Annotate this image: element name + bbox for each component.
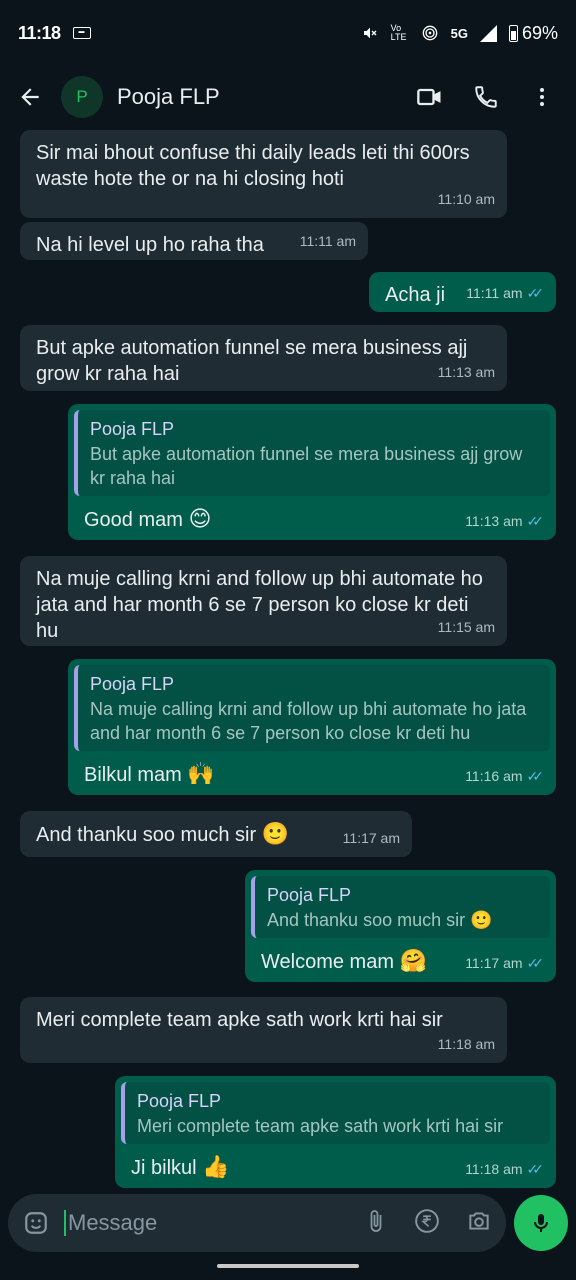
message-meta: 11:11 am ✓✓ <box>466 280 544 306</box>
message-text: Bilkul mam <box>84 764 182 786</box>
composer-bar <box>0 1188 576 1258</box>
hugging-emoji: 🤗 <box>399 948 427 973</box>
camera-icon[interactable] <box>466 1208 492 1239</box>
message-text: Welcome mam <box>261 951 394 973</box>
hotspot-icon <box>422 25 437 41</box>
read-receipt-icon: ✓✓ <box>526 285 545 301</box>
message-time: 11:18 am <box>465 1161 523 1177</box>
chat-area[interactable]: Sir mai bhout confuse thi daily leads le… <box>0 128 576 1188</box>
read-receipt-icon: ✓✓ <box>526 513 545 529</box>
quoted-message[interactable]: Pooja FLP Meri complete team apke sath w… <box>121 1082 550 1144</box>
message-incoming[interactable]: Na muje calling krni and follow up bhi a… <box>20 556 507 646</box>
message-meta: 11:10 am <box>438 186 495 212</box>
thumbs-up-emoji: 👍 <box>202 1154 230 1179</box>
network-type: 5G <box>450 25 468 41</box>
message-text: Ji bilkul <box>131 1157 197 1179</box>
message-meta: 11:16 am ✓✓ <box>465 763 544 789</box>
message-time: 11:10 am <box>437 191 495 207</box>
read-receipt-icon: ✓✓ <box>526 768 545 784</box>
gesture-nav-bar[interactable] <box>217 1264 359 1268</box>
battery-level: 69% <box>521 22 558 43</box>
smile-emoji: 😊 <box>188 506 212 531</box>
message-text: Na hi level up ho raha tha <box>36 234 264 256</box>
read-receipt-icon: ✓✓ <box>526 955 545 971</box>
message-text: And thanku soo much sir <box>36 824 257 846</box>
volte-label: Vo LTE <box>390 23 407 42</box>
message-outgoing-reply[interactable]: Pooja FLP Meri complete team apke sath w… <box>115 1076 556 1188</box>
message-meta: 11:18 am ✓✓ <box>465 1156 544 1182</box>
message-time: 11:18 am <box>437 1036 495 1052</box>
message-text: But apke automation funnel se mera busin… <box>36 337 468 385</box>
message-text: Meri complete team apke sath work krti h… <box>36 1009 443 1031</box>
message-time: 11:13 am <box>437 364 495 380</box>
more-vert-icon[interactable] <box>528 83 556 111</box>
message-time: 11:11 am <box>466 285 523 301</box>
status-bar: 11:18 ▬ Vo LTE 5G 69% <box>0 0 576 66</box>
rupee-icon[interactable] <box>414 1208 440 1239</box>
message-time: 11:13 am <box>465 513 523 529</box>
message-incoming[interactable]: And thanku soo much sir 🙂 11:17 am <box>20 811 412 857</box>
message-incoming[interactable]: Meri complete team apke sath work krti h… <box>20 997 507 1063</box>
message-meta: 11:17 am <box>343 825 400 851</box>
message-outgoing-reply[interactable]: Pooja FLP Na muje calling krni and follo… <box>68 659 556 795</box>
message-time: 11:16 am <box>465 768 523 784</box>
quote-author: Pooja FLP <box>90 674 175 694</box>
message-incoming[interactable]: But apke automation funnel se mera busin… <box>20 325 507 391</box>
message-incoming[interactable]: Na hi level up ho raha tha 11:11 am <box>20 222 368 260</box>
message-time: 11:17 am <box>465 955 523 971</box>
message-incoming[interactable]: Sir mai bhout confuse thi daily leads le… <box>20 130 507 218</box>
message-meta: 11:18 am <box>438 1031 495 1057</box>
message-meta: 11:17 am ✓✓ <box>465 950 544 976</box>
message-text: Na muje calling krni and follow up bhi a… <box>36 568 483 642</box>
signal-icon <box>479 24 497 42</box>
quoted-message[interactable]: Pooja FLP But apke automation funnel se … <box>74 410 550 496</box>
quote-author: Pooja FLP <box>267 885 352 905</box>
emoji-sticker-icon[interactable] <box>22 1209 50 1237</box>
message-input[interactable] <box>64 1210 324 1236</box>
message-time: 11:11 am <box>299 233 356 249</box>
notification-icon: ▬ <box>72 27 91 39</box>
phone-icon[interactable] <box>472 83 500 111</box>
message-text: Good mam <box>84 509 183 531</box>
quote-text: Na muje calling krni and follow up bhi a… <box>90 699 527 743</box>
message-meta: 11:13 am <box>438 359 495 385</box>
message-meta: 11:15 am <box>438 614 495 640</box>
avatar[interactable]: P <box>61 76 103 118</box>
smile-emoji: 🙂 <box>261 821 290 846</box>
message-meta: 11:13 am ✓✓ <box>465 508 544 534</box>
read-receipt-icon: ✓✓ <box>526 1161 545 1177</box>
quote-author: Pooja FLP <box>137 1091 222 1111</box>
quoted-message[interactable]: Pooja FLP And thanku soo much sir 🙂 <box>251 876 550 938</box>
attach-icon[interactable] <box>364 1208 388 1239</box>
raised-hands-emoji: 🙌 <box>187 761 215 786</box>
message-outgoing-reply[interactable]: Pooja FLP And thanku soo much sir 🙂 Welc… <box>245 870 556 982</box>
message-outgoing-reply[interactable]: Pooja FLP But apke automation funnel se … <box>68 404 556 540</box>
mute-icon <box>363 27 377 39</box>
message-text: Acha ji <box>385 284 446 306</box>
quote-text: But apke automation funnel se mera busin… <box>90 444 523 488</box>
quote-text-row: And thanku soo much sir 🙂 <box>267 908 538 932</box>
message-outgoing[interactable]: Acha ji 11:11 am ✓✓ <box>369 272 556 312</box>
battery-status: 69% <box>508 22 558 44</box>
message-time: 11:17 am <box>342 830 400 846</box>
battery-icon <box>508 24 518 42</box>
quote-text: Meri complete team apke sath work krti h… <box>137 1116 504 1136</box>
smile-emoji: 🙂 <box>470 910 493 930</box>
quoted-message[interactable]: Pooja FLP Na muje calling krni and follo… <box>74 665 550 751</box>
back-arrow-icon[interactable] <box>14 81 46 113</box>
mic-icon[interactable] <box>514 1195 568 1251</box>
video-call-icon[interactable] <box>416 83 444 111</box>
contact-name[interactable]: Pooja FLP <box>117 84 220 110</box>
message-text: Sir mai bhout confuse thi daily leads le… <box>36 142 470 190</box>
chat-header: P Pooja FLP <box>0 66 576 128</box>
quote-author: Pooja FLP <box>90 419 175 439</box>
message-time: 11:15 am <box>437 619 495 635</box>
message-meta: 11:11 am <box>300 228 356 254</box>
message-composer <box>8 1194 506 1252</box>
quote-text: And thanku soo much sir <box>267 910 466 930</box>
status-time: 11:18 <box>18 22 61 43</box>
